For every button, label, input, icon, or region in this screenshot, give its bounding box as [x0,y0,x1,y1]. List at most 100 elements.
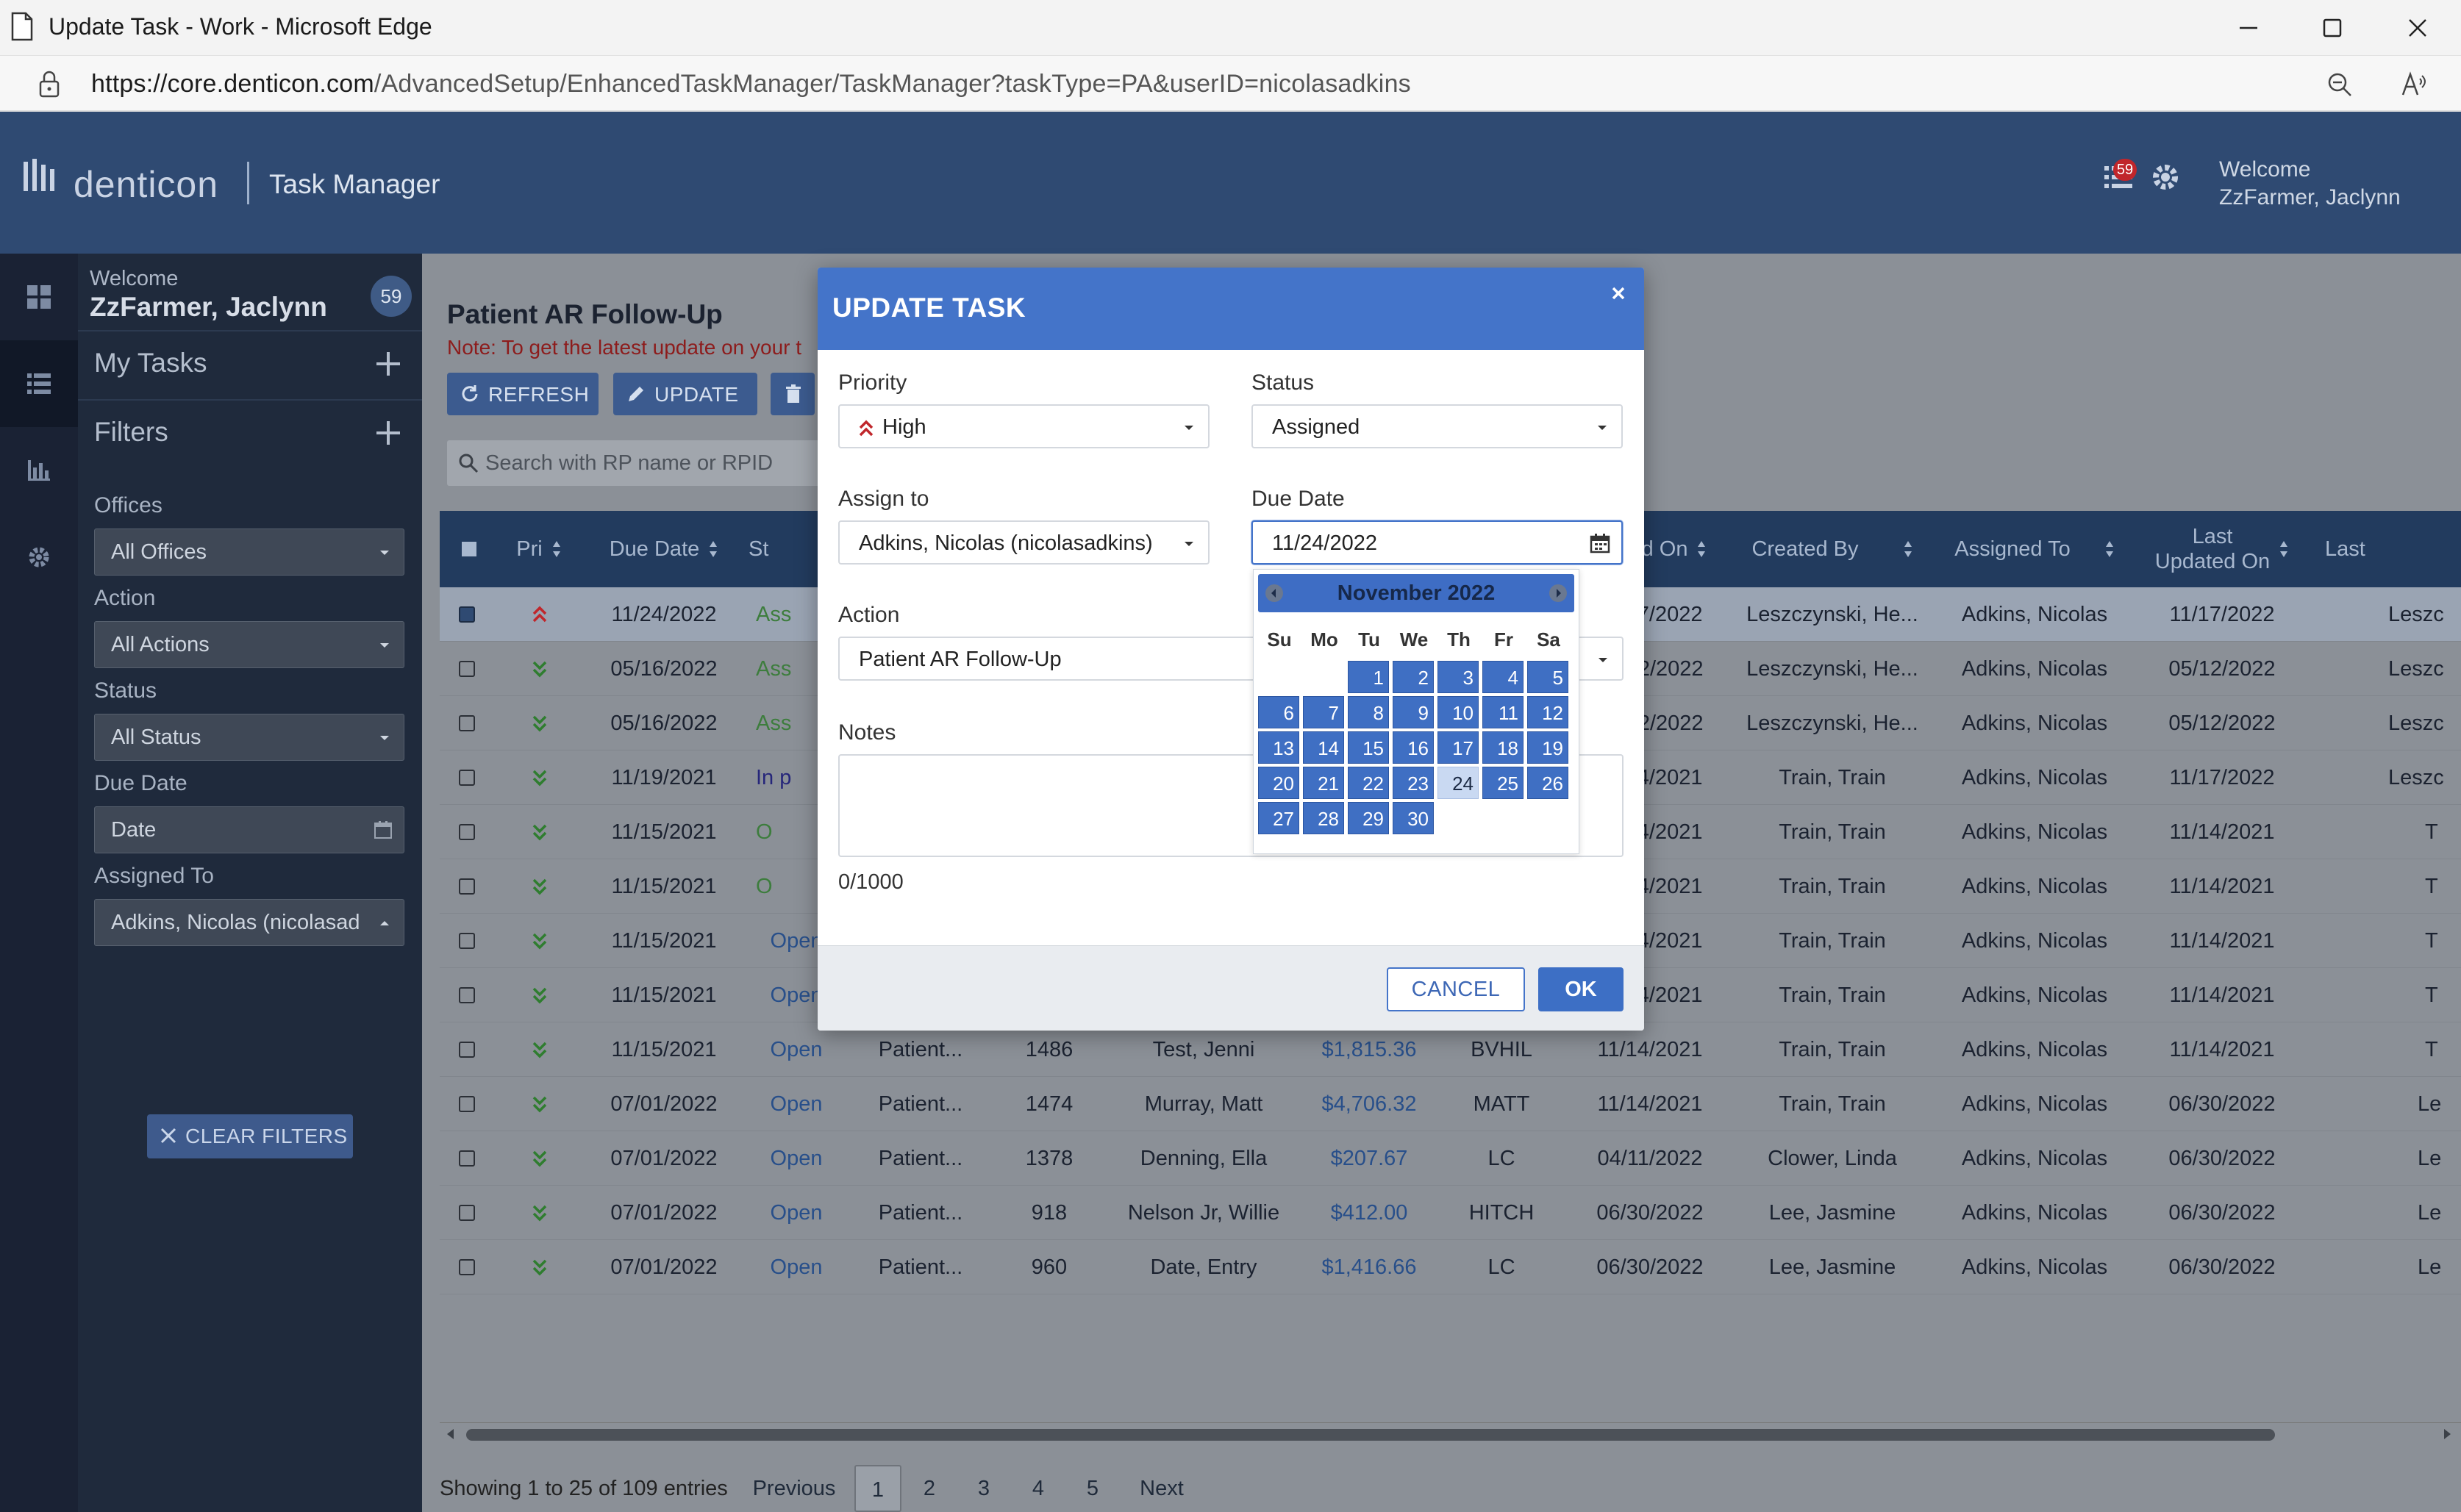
calendar-day[interactable]: 29 [1348,802,1389,834]
row-checkbox[interactable] [459,606,475,623]
lock-icon[interactable] [37,69,62,98]
address-bar[interactable]: https://core.denticon.com/AdvancedSetup/… [0,56,2461,112]
calendar-day[interactable]: 3 [1437,661,1479,693]
calendar-day[interactable]: 23 [1393,767,1434,799]
pagination-page-4[interactable]: 4 [1016,1465,1060,1512]
pagination-page-2[interactable]: 2 [907,1465,951,1512]
header-last[interactable]: Last [2310,511,2384,587]
row-checkbox[interactable] [459,824,475,840]
header-assigned-to[interactable]: Assigned To [1935,511,2134,587]
calendar-day[interactable]: 24 [1437,767,1479,799]
pagination-previous[interactable]: Previous [743,1465,846,1512]
row-checkbox[interactable] [459,1259,475,1275]
my-tasks-section[interactable]: My Tasks [78,330,422,398]
row-checkbox[interactable] [459,661,475,677]
header-status[interactable]: St [749,511,793,587]
assign-to-select[interactable]: Adkins, Nicolas (nicolasadkins) [838,520,1210,565]
pagination-page-5[interactable]: 5 [1071,1465,1115,1512]
action-select[interactable]: All Actions [94,621,404,668]
table-row[interactable]: 11/15/2021 Open Patient... 1486 Test, Jenni $… [440,1022,2461,1077]
close-window-button[interactable] [2396,9,2440,47]
maximize-button[interactable] [2310,9,2354,47]
calendar-icon[interactable] [1589,532,1611,554]
zoom-button[interactable] [2322,68,2357,101]
refresh-button[interactable]: REFRESH [447,373,599,415]
select-all-checkbox[interactable] [462,542,476,556]
calendar-day[interactable]: 9 [1393,696,1434,728]
calendar-day[interactable]: 20 [1258,767,1299,799]
row-checkbox[interactable] [459,987,475,1003]
rail-reports[interactable] [0,427,78,514]
scroll-left-icon[interactable] [444,1427,457,1441]
due-date-value[interactable]: 11/24/2022 [1272,531,1377,556]
priority-select[interactable]: High [838,404,1210,448]
due-date-input[interactable]: Date [94,806,404,853]
row-checkbox[interactable] [459,1150,475,1167]
calendar-day[interactable]: 25 [1482,767,1524,799]
cell-balance[interactable]: $1,416.66 [1303,1240,1435,1294]
status-select[interactable]: All Status [94,714,404,761]
table-row[interactable]: 07/01/2022 Open Patient... 918 Nelson Jr, Wi… [440,1186,2461,1240]
next-month-icon[interactable] [1548,583,1568,603]
calendar-day[interactable]: 21 [1303,767,1344,799]
table-row[interactable]: 07/01/2022 Open Patient... 960 Date, Entry $1… [440,1240,2461,1294]
url-text[interactable]: https://core.denticon.com/AdvancedSetup/… [91,70,1411,98]
gear-icon[interactable] [2147,159,2184,196]
pagination-next[interactable]: Next [1125,1465,1199,1512]
calendar-day[interactable]: 4 [1482,661,1524,693]
offices-select[interactable]: All Offices [94,529,404,576]
ok-button[interactable]: OK [1538,967,1624,1011]
row-checkbox[interactable] [459,770,475,786]
calendar-day[interactable]: 2 [1393,661,1434,693]
calendar-day[interactable]: 18 [1482,731,1524,764]
plus-icon[interactable] [372,348,404,380]
header-priority[interactable]: Pri [499,511,579,587]
status-select[interactable]: Assigned [1251,404,1623,448]
rail-dashboard[interactable] [0,254,78,340]
calendar-day[interactable]: 15 [1348,731,1389,764]
horizontal-scrollbar[interactable] [440,1422,2461,1444]
header-created-by[interactable]: Created By [1729,511,1935,587]
scroll-right-icon[interactable] [2440,1427,2454,1441]
calendar-day[interactable]: 8 [1348,696,1389,728]
calendar-day[interactable]: 22 [1348,767,1389,799]
assigned-to-select[interactable]: Adkins, Nicolas (nicolasadk [94,899,404,946]
cancel-button[interactable]: CANCEL [1387,967,1525,1011]
cell-balance[interactable]: $1,815.36 [1303,1022,1435,1077]
row-checkbox[interactable] [459,1042,475,1058]
cell-balance[interactable]: $207.67 [1303,1131,1435,1186]
minimize-button[interactable] [2226,9,2271,47]
due-date-field[interactable]: 11/24/2022 [1251,520,1623,565]
read-aloud-button[interactable] [2396,68,2431,101]
cell-balance[interactable]: $412.00 [1303,1186,1435,1240]
calendar-day[interactable]: 27 [1258,802,1299,834]
calendar-day[interactable]: 5 [1527,661,1568,693]
calendar-day[interactable]: 19 [1527,731,1568,764]
header-last-updated[interactable]: Last Updated On [2134,511,2310,587]
scrollbar-thumb[interactable] [466,1429,2275,1441]
rail-tasks[interactable] [0,340,78,427]
pagination-page-1[interactable]: 1 [854,1465,901,1512]
calendar-day[interactable]: 26 [1527,767,1568,799]
row-checkbox[interactable] [459,715,475,731]
delete-button[interactable] [771,373,815,415]
calendar-day[interactable]: 30 [1393,802,1434,834]
update-button[interactable]: UPDATE [613,373,757,415]
table-row[interactable]: 07/01/2022 Open Patient... 1378 Denning, Ell… [440,1131,2461,1186]
calendar-day[interactable]: 28 [1303,802,1344,834]
row-checkbox[interactable] [459,878,475,895]
table-row[interactable]: 07/01/2022 Open Patient... 1474 Murray, Matt… [440,1077,2461,1131]
header-due-date[interactable]: Due Date [579,511,749,587]
rail-settings[interactable] [0,514,78,601]
calendar-day[interactable]: 6 [1258,696,1299,728]
row-checkbox[interactable] [459,933,475,949]
row-checkbox[interactable] [459,1205,475,1221]
calendar-day[interactable]: 16 [1393,731,1434,764]
close-icon[interactable] [1607,282,1629,304]
calendar-day[interactable]: 1 [1348,661,1389,693]
header-select-all[interactable] [440,511,499,587]
cell-balance[interactable]: $4,706.32 [1303,1077,1435,1131]
calendar-day[interactable]: 14 [1303,731,1344,764]
calendar-icon[interactable] [373,820,393,840]
calendar-day[interactable]: 7 [1303,696,1344,728]
